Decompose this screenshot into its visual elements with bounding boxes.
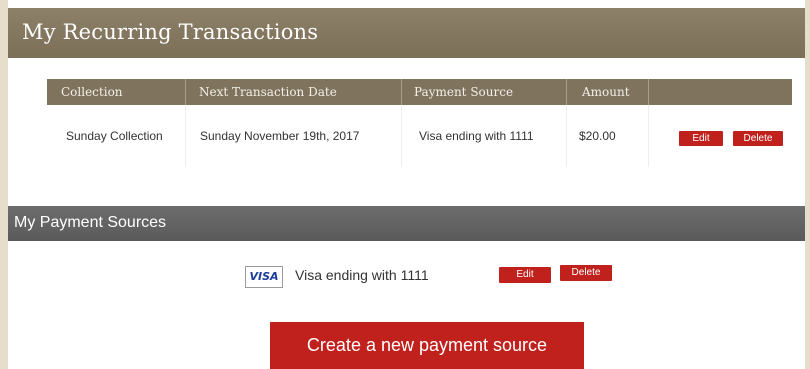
column-header-collection: Collection bbox=[61, 85, 123, 99]
payment-sources-title: My Payment Sources bbox=[14, 214, 167, 231]
cell-collection: Sunday Collection bbox=[66, 129, 163, 143]
edit-recurring-button[interactable]: Edit bbox=[679, 131, 723, 146]
payment-sources-section-header: My Payment Sources bbox=[8, 206, 805, 241]
column-divider bbox=[648, 79, 649, 105]
column-divider bbox=[401, 79, 402, 105]
cell-divider bbox=[401, 105, 402, 167]
column-header-next-date: Next Transaction Date bbox=[199, 85, 337, 99]
page-frame: My Recurring Transactions Collection Nex… bbox=[0, 0, 810, 369]
cell-divider bbox=[185, 105, 186, 167]
delete-recurring-button[interactable]: Delete bbox=[733, 131, 783, 146]
table-row: Sunday Collection Sunday November 19th, … bbox=[47, 105, 792, 167]
table-header: Collection Next Transaction Date Payment… bbox=[47, 79, 792, 105]
cell-divider bbox=[648, 105, 649, 167]
cell-amount: $20.00 bbox=[579, 129, 616, 143]
content-panel: My Recurring Transactions Collection Nex… bbox=[8, 0, 805, 369]
column-header-amount: Amount bbox=[582, 85, 630, 99]
visa-card-icon: VISA bbox=[245, 266, 283, 288]
recurring-title: My Recurring Transactions bbox=[22, 20, 319, 44]
column-divider bbox=[566, 79, 567, 105]
create-payment-source-button[interactable]: Create a new payment source bbox=[270, 322, 584, 369]
cell-next-date: Sunday November 19th, 2017 bbox=[200, 129, 360, 143]
cell-divider bbox=[566, 105, 567, 167]
recurring-section-header: My Recurring Transactions bbox=[8, 8, 805, 58]
column-divider bbox=[185, 79, 186, 105]
edit-payment-source-button[interactable]: Edit bbox=[499, 267, 551, 283]
column-header-payment-source: Payment Source bbox=[414, 85, 514, 99]
delete-payment-source-button[interactable]: Delete bbox=[560, 265, 612, 281]
cell-payment-source: Visa ending with 1111 bbox=[419, 129, 534, 143]
payment-source-label: Visa ending with 1111 bbox=[295, 267, 429, 283]
